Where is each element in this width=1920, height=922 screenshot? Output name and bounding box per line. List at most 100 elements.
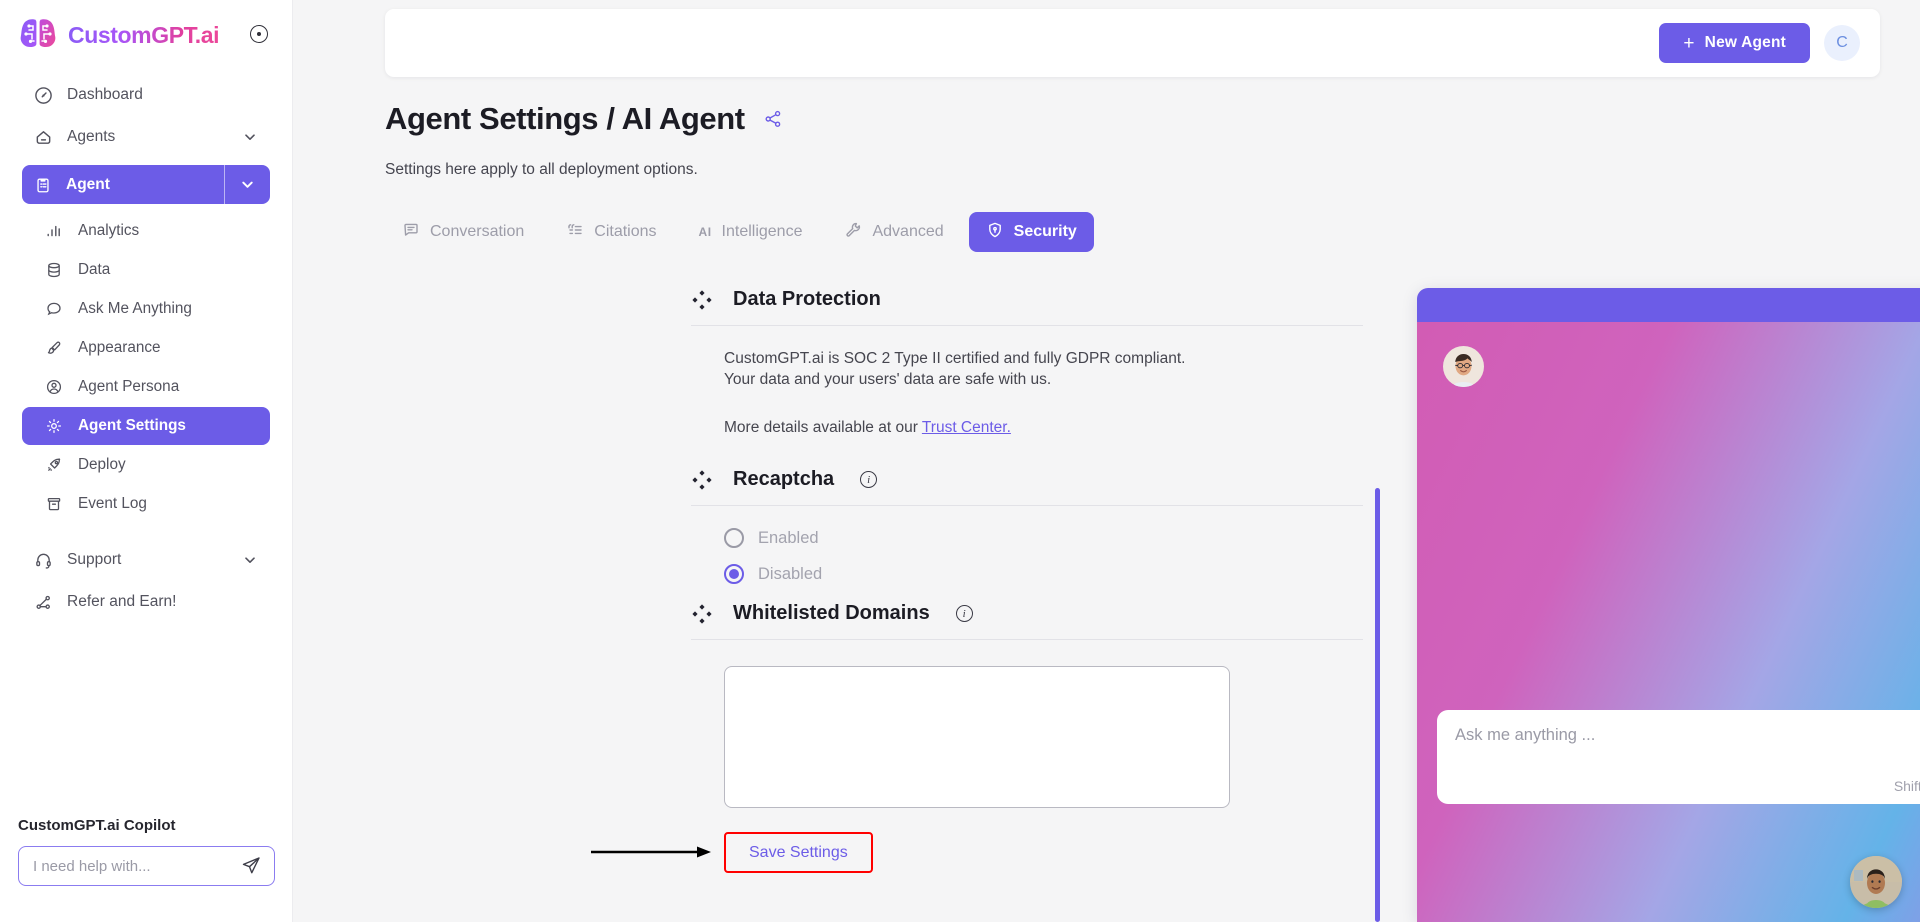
- chat-widget-header: [1417, 288, 1920, 322]
- data-protection-more-details: More details available at our Trust Cent…: [724, 417, 1363, 438]
- sidebar-collapse-toggle-icon[interactable]: [250, 25, 268, 43]
- data-protection-line-2: Your data and your users' data are safe …: [724, 371, 1052, 389]
- recaptcha-option-disabled[interactable]: Disabled: [724, 564, 1363, 585]
- ai-text-icon: AI: [698, 225, 712, 239]
- sidebar-item-support[interactable]: Support: [22, 540, 270, 580]
- sidebar-item-refer-and-earn[interactable]: Refer and Earn!: [22, 582, 270, 622]
- diamonds-icon: [691, 469, 713, 491]
- tab-label: Citations: [594, 223, 657, 240]
- sidebar-nav: Dashboard Agents Agent Analytics Data As…: [0, 75, 292, 622]
- section-title: Whitelisted Domains: [733, 602, 930, 625]
- sidebar-item-event-log[interactable]: Event Log: [22, 485, 270, 523]
- wrench-icon: [844, 221, 862, 244]
- tab-label: Conversation: [430, 223, 525, 240]
- sidebar-agent-chevron-down-icon[interactable]: [224, 165, 270, 204]
- save-settings-row: Save Settings: [591, 832, 1363, 874]
- data-protection-body: CustomGPT.ai is SOC 2 Type II certified …: [691, 326, 1363, 438]
- sidebar-item-data[interactable]: Data: [22, 251, 270, 289]
- sidebar-item-label: Dashboard: [67, 86, 143, 103]
- sidebar-item-agent[interactable]: Agent: [22, 165, 224, 204]
- radio-disabled[interactable]: [724, 564, 744, 585]
- tab-security[interactable]: Security: [968, 212, 1094, 252]
- chevron-down-icon[interactable]: [242, 552, 258, 568]
- chat-input-card[interactable]: Ask me anything ... Shift + Enter to add…: [1437, 710, 1920, 804]
- sidebar-item-label: Ask Me Anything: [78, 300, 192, 317]
- share-nodes-icon: [34, 593, 53, 612]
- sidebar-item-agent-persona[interactable]: Agent Persona: [22, 368, 270, 406]
- sidebar-item-label: Event Log: [78, 495, 147, 512]
- new-agent-button[interactable]: + New Agent: [1659, 23, 1810, 63]
- sidebar-item-label: Agent Persona: [78, 378, 180, 395]
- sidebar-item-label: Support: [67, 551, 122, 568]
- sidebar-item-ask-me-anything[interactable]: Ask Me Anything: [22, 290, 270, 328]
- chevron-down-icon[interactable]: [242, 129, 258, 145]
- sidebar-item-label: Data: [78, 261, 111, 278]
- diamonds-icon: [691, 289, 713, 311]
- share-icon[interactable]: [763, 109, 783, 129]
- chat-bubble-icon: [44, 300, 63, 319]
- section-title: Data Protection: [733, 288, 881, 310]
- sidebar-item-label: Deploy: [78, 456, 126, 473]
- section-title: Recaptcha: [733, 468, 835, 491]
- user-avatar[interactable]: C: [1824, 25, 1860, 61]
- brand-name: CustomGPT.ai: [68, 21, 220, 48]
- tab-label: Advanced: [872, 223, 944, 240]
- diamonds-icon: [691, 603, 713, 625]
- sidebar-item-appearance[interactable]: Appearance: [22, 329, 270, 367]
- chat-widget-body: Ask me anything ... Shift + Enter to add…: [1417, 322, 1920, 922]
- sidebar-item-label: Refer and Earn!: [67, 593, 177, 610]
- recaptcha-option-enabled[interactable]: Enabled: [724, 528, 1363, 549]
- home-icon: [34, 128, 53, 147]
- archive-icon: [44, 495, 63, 514]
- tab-conversation[interactable]: Conversation: [385, 212, 541, 252]
- tab-citations[interactable]: Citations: [549, 212, 673, 252]
- sidebar-item-dashboard[interactable]: Dashboard: [22, 75, 270, 115]
- main-content: + New Agent C Agent Settings / AI Agent …: [293, 0, 1920, 922]
- sidebar: CustomGPT.ai Dashboard Agents Agent Anal…: [0, 0, 293, 922]
- tab-intelligence[interactable]: AI Intelligence: [682, 212, 820, 252]
- info-icon[interactable]: i: [860, 471, 878, 489]
- radio-enabled[interactable]: [724, 528, 744, 549]
- sidebar-item-label: Analytics: [78, 222, 140, 239]
- gear-icon: [44, 417, 63, 436]
- chat-widget: Ask me anything ... Shift + Enter to add…: [1417, 288, 1920, 922]
- plus-icon: +: [1683, 32, 1695, 54]
- copilot-panel: CustomGPT.ai Copilot: [0, 817, 293, 922]
- copilot-input[interactable]: [33, 857, 240, 875]
- whitelisted-domains-textarea[interactable]: [724, 666, 1230, 809]
- content-scrollbar[interactable]: [1375, 488, 1380, 922]
- quote-list-icon: [566, 221, 584, 244]
- section-header-whitelisted-domains: Whitelisted Domains i: [691, 602, 1363, 625]
- sidebar-item-agents[interactable]: Agents: [22, 117, 270, 157]
- data-protection-line-1: CustomGPT.ai is SOC 2 Type II certified …: [724, 350, 1186, 367]
- section-header-data-protection: Data Protection: [691, 288, 1363, 311]
- agent-avatar: [1443, 346, 1484, 387]
- chat-launcher-avatar[interactable]: [1850, 856, 1902, 908]
- copilot-input-wrap[interactable]: [18, 846, 275, 886]
- paper-plane-icon[interactable]: [240, 855, 262, 877]
- trust-center-link[interactable]: Trust Center.: [922, 419, 1011, 436]
- dashboard-icon: [34, 86, 53, 105]
- sidebar-item-label: Agents: [67, 128, 116, 145]
- tab-advanced[interactable]: Advanced: [827, 212, 960, 252]
- tab-label: Security: [1013, 223, 1077, 240]
- sidebar-item-label: Agent: [66, 175, 110, 193]
- user-circle-icon: [44, 378, 63, 397]
- sidebar-item-analytics[interactable]: Analytics: [22, 212, 270, 250]
- page-title-row: Agent Settings / AI Agent: [385, 101, 783, 137]
- info-icon[interactable]: i: [955, 605, 973, 623]
- brand-row: CustomGPT.ai: [0, 0, 292, 53]
- security-settings-panel: Data Protection CustomGPT.ai is SOC 2 Ty…: [591, 288, 1363, 874]
- sidebar-item-agent-settings[interactable]: Agent Settings: [22, 407, 270, 445]
- sidebar-item-deploy[interactable]: Deploy: [22, 446, 270, 484]
- bar-chart-icon: [44, 222, 63, 241]
- save-settings-button[interactable]: Save Settings: [724, 832, 873, 874]
- sidebar-item-label: Appearance: [78, 339, 161, 356]
- sidebar-item-label: Agent Settings: [78, 417, 186, 434]
- page-title: Agent Settings / AI Agent: [385, 101, 745, 136]
- page-subtitle: Settings here apply to all deployment op…: [385, 161, 698, 178]
- sidebar-group-agent: Agent: [22, 165, 270, 204]
- app-root: CustomGPT.ai Dashboard Agents Agent Anal…: [0, 0, 1920, 922]
- database-icon: [44, 261, 63, 280]
